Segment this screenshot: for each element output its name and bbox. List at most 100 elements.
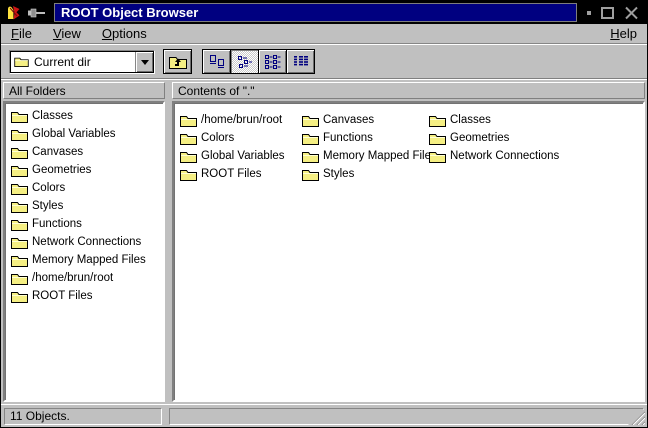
tree-item-label: Classes [32,110,73,122]
large-icons-icon [209,55,225,69]
window-title-bar[interactable]: ROOT Object Browser [54,3,577,22]
menu-view-label: iew [61,26,81,41]
menu-view[interactable]: View [53,26,81,41]
content-item-label: Styles [323,168,354,180]
object-count: 11 Objects. [4,408,162,425]
folder-icon [11,272,28,285]
content-item-label: Canvases [323,114,374,126]
directory-combobox-field: Current dir [10,51,154,73]
folder-icon [11,290,28,303]
up-one-level-button[interactable] [163,49,192,74]
content-item-memory-mapped-files[interactable]: Memory Mapped Files [302,147,429,165]
content-item-label: Global Variables [201,150,285,162]
tree-item-memory-mapped-files[interactable]: Memory Mapped Files [9,251,163,269]
root-object-browser-window: ROOT Object Browser File View Options He… [0,0,648,428]
contents-panel: Contents of "." /home/brun/root Colors G… [172,82,645,402]
folder-tree[interactable]: Classes Global Variables Canvases Geomet… [3,101,165,402]
window-controls [587,6,641,20]
details-view-button[interactable] [286,49,315,74]
content-item-label: Classes [450,114,491,126]
content-item-label: Geometries [450,132,509,144]
window-title: ROOT Object Browser [61,5,198,20]
menu-help[interactable]: Help [610,26,637,41]
tree-item-label: Colors [32,182,65,194]
content-item-network-connections[interactable]: Network Connections [429,147,559,165]
content-item-canvases[interactable]: Canvases [302,111,429,129]
tree-item-label: Geometries [32,164,91,176]
menu-help-label: elp [620,26,637,41]
content-item-global-variables[interactable]: Global Variables [180,147,302,165]
titlebar: ROOT Object Browser [1,1,647,24]
folder-icon [429,150,446,163]
menu-file[interactable]: File [11,26,32,41]
content-item-home-brun-root[interactable]: /home/brun/root [180,111,302,129]
status-message-area [169,408,644,425]
content-item-label: Functions [323,132,373,144]
maximize-button[interactable] [601,7,614,19]
folder-up-icon [168,54,188,70]
folder-icon [11,236,28,249]
tree-item-canvases[interactable]: Canvases [9,143,163,161]
small-icons-icon [237,55,253,69]
menu-file-mnemonic: F [11,26,19,41]
directory-combobox-value: Current dir [34,55,135,69]
tree-item-colors[interactable]: Colors [9,179,163,197]
content-item-geometries[interactable]: Geometries [429,129,559,147]
menu-options-label: ptions [112,26,147,41]
folder-icon [14,56,29,67]
menu-help-mnemonic: H [610,26,619,41]
folder-icon [429,114,446,127]
small-icons-button[interactable] [230,49,259,74]
folder-icon [302,150,319,163]
menu-file-label: ile [19,26,32,41]
content-item-root-files[interactable]: ROOT Files [180,165,302,183]
status-bar: 11 Objects. [1,404,647,427]
tree-item-classes[interactable]: Classes [9,107,163,125]
content-item-label: Memory Mapped Files [323,150,437,162]
resize-grip[interactable] [628,408,645,425]
folder-icon [11,254,28,267]
combobox-dropdown-button[interactable] [135,52,153,72]
contents-list[interactable]: /home/brun/root Colors Global Variables … [172,101,645,402]
tree-item-label: Functions [32,218,82,230]
main-area: All Folders Classes Global Variables Can… [1,80,647,404]
content-item-label: Network Connections [450,150,559,162]
list-view-button[interactable] [258,49,287,74]
root-app-icon [5,4,22,21]
folder-icon [11,146,28,159]
large-icons-button[interactable] [202,49,231,74]
tree-item-home-brun-root[interactable]: /home/brun/root [9,269,163,287]
folder-icon [180,168,197,181]
contents-column-1: /home/brun/root Colors Global Variables … [180,111,302,183]
tree-item-network-connections[interactable]: Network Connections [9,233,163,251]
folder-icon [302,132,319,145]
tree-item-label: Memory Mapped Files [32,254,146,266]
tree-item-label: Styles [32,200,63,212]
tree-item-styles[interactable]: Styles [9,197,163,215]
tree-item-functions[interactable]: Functions [9,215,163,233]
folder-icon [11,110,28,123]
content-item-colors[interactable]: Colors [180,129,302,147]
folder-icon [429,132,446,145]
menu-options-mnemonic: O [102,26,112,41]
contents-column-3: Classes Geometries Network Connections [429,111,559,183]
all-folders-header: All Folders [3,82,165,99]
contents-header: Contents of "." [172,82,645,99]
tree-item-root-files[interactable]: ROOT Files [9,287,163,305]
minimize-button[interactable] [587,11,591,15]
tree-item-label: Canvases [32,146,83,158]
content-item-classes[interactable]: Classes [429,111,559,129]
close-button[interactable] [624,6,639,20]
tree-item-label: Global Variables [32,128,116,140]
folder-icon [180,150,197,163]
view-mode-buttons [203,49,315,74]
folder-icon [11,200,28,213]
folder-icon [302,114,319,127]
folder-icon [180,132,197,145]
content-item-functions[interactable]: Functions [302,129,429,147]
tree-item-global-variables[interactable]: Global Variables [9,125,163,143]
directory-combobox[interactable]: Current dir [9,50,155,74]
tree-item-geometries[interactable]: Geometries [9,161,163,179]
menu-options[interactable]: Options [102,26,147,41]
content-item-styles[interactable]: Styles [302,165,429,183]
